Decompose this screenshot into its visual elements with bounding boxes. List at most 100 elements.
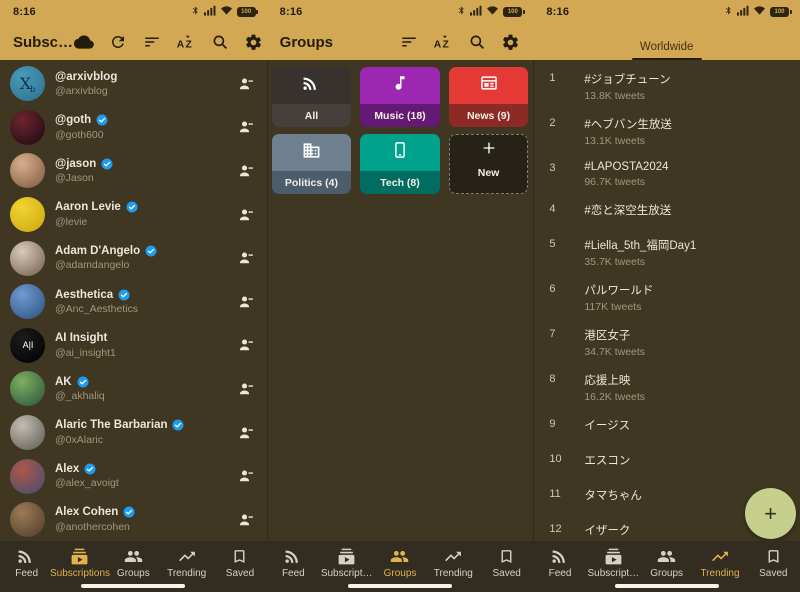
subscription-row[interactable]: AK @_akhaliq: [0, 367, 267, 411]
group-tile[interactable]: Tech (8): [360, 134, 440, 194]
building-icon: [302, 141, 321, 165]
subscription-row[interactable]: @goth @goth600: [0, 106, 267, 150]
bookmark-icon: [231, 546, 248, 566]
subscription-row[interactable]: Alex @alex_avoigt: [0, 454, 267, 498]
battery-icon: 100: [770, 7, 789, 17]
nav-item-groups[interactable]: Groups: [640, 546, 693, 579]
nav-item-saved[interactable]: Saved: [747, 546, 800, 579]
clock: 8:16: [546, 6, 569, 18]
user-handle: @arxivblog: [55, 85, 227, 97]
unsubscribe-button[interactable]: [237, 336, 255, 354]
unsubscribe-button[interactable]: [237, 249, 255, 267]
unsubscribe-button[interactable]: [237, 380, 255, 398]
verified-badge-icon: [96, 114, 108, 126]
groups-icon: [123, 546, 144, 566]
nav-item-subscript[interactable]: Subscript…: [320, 546, 373, 579]
nav-item-trending[interactable]: Trending: [693, 546, 746, 579]
unsubscribe-button[interactable]: [237, 424, 255, 442]
trend-row[interactable]: 10 エスコン: [533, 445, 800, 480]
trend-row[interactable]: 6 パルワールド 117K tweets: [533, 275, 800, 320]
unsubscribe-button[interactable]: [237, 75, 255, 93]
trend-name: #恋と深空生放送: [584, 202, 786, 218]
battery-icon: 100: [237, 7, 256, 17]
nav-item-feed[interactable]: Feed: [533, 546, 586, 579]
subscription-row[interactable]: Adam D'Angelo @adamdangelo: [0, 236, 267, 280]
home-indicator[interactable]: [81, 584, 185, 588]
group-tile[interactable]: Politics (4): [272, 134, 352, 194]
sort-button[interactable]: [141, 31, 162, 53]
avatar: [10, 153, 45, 188]
nav-item-groups[interactable]: Groups: [107, 546, 160, 579]
unsubscribe-button[interactable]: [237, 511, 255, 529]
subscription-row[interactable]: Xb @arxivblog @arxivblog: [0, 62, 267, 106]
avatar: [10, 502, 45, 537]
group-tiles: All Music (18) News (9) Politics (4) Tec…: [267, 60, 534, 201]
group-tile[interactable]: Music (18): [360, 67, 440, 127]
settings-button[interactable]: [243, 31, 264, 53]
unsubscribe-button[interactable]: [237, 162, 255, 180]
wifi-icon: [486, 3, 499, 21]
page-title: Subsc…: [13, 34, 73, 51]
nav-item-saved[interactable]: Saved: [213, 546, 266, 579]
unsubscribe-button[interactable]: [237, 118, 255, 136]
trend-name: #LAPOSTA2024: [584, 161, 786, 173]
sort-alpha-icon: AZ: [176, 33, 195, 52]
search-button[interactable]: [209, 31, 230, 53]
trend-row[interactable]: 5 #Liella_5th_福岡Day1 35.7K tweets: [533, 230, 800, 275]
settings-button[interactable]: [500, 31, 521, 53]
plus-icon: +: [764, 501, 777, 527]
user-name: @goth: [55, 114, 91, 126]
subscription-row[interactable]: A|I AI Insight @ai_insight1: [0, 324, 267, 368]
unsubscribe-button[interactable]: [237, 206, 255, 224]
nav-item-trending[interactable]: Trending: [427, 546, 480, 579]
status-bar: 8:16 100: [0, 0, 267, 24]
home-indicator[interactable]: [615, 584, 719, 588]
search-button[interactable]: [466, 31, 487, 53]
sort-button[interactable]: [398, 31, 419, 53]
user-name: Adam D'Angelo: [55, 245, 140, 257]
trend-row[interactable]: 2 #ヘブバン生放送 13.1K tweets: [533, 109, 800, 154]
group-tile[interactable]: All: [272, 67, 352, 127]
group-tile[interactable]: New: [449, 134, 529, 194]
trend-row[interactable]: 8 応援上映 16.2K tweets: [533, 365, 800, 410]
trend-row[interactable]: 7 港区女子 34.7K tweets: [533, 320, 800, 365]
rss-icon: [284, 546, 303, 566]
group-tile[interactable]: News (9): [449, 67, 529, 127]
refresh-button[interactable]: [107, 31, 128, 53]
trending-list: 1 #ジョブチューン 13.8K tweets 2 #ヘブバン生放送 13.1K…: [533, 60, 800, 541]
home-indicator[interactable]: [348, 584, 452, 588]
user-name: @jason: [55, 158, 96, 170]
unsubscribe-button[interactable]: [237, 293, 255, 311]
sort-alpha-button[interactable]: AZ: [175, 31, 196, 53]
trend-row[interactable]: 4 #恋と深空生放送: [533, 195, 800, 230]
subscription-row[interactable]: @jason @Jason: [0, 149, 267, 193]
nav-item-subscriptions[interactable]: Subscriptions: [53, 546, 106, 579]
trend-count: 117K tweets: [584, 301, 786, 313]
add-fab-button[interactable]: +: [745, 488, 796, 539]
trend-name: 港区女子: [584, 327, 786, 343]
tab-worldwide[interactable]: Worldwide: [632, 41, 702, 61]
subscriptions-panel: 8:16 100 Subsc… AZ Xb: [0, 0, 267, 592]
subscription-row[interactable]: Aaron Levie @levie: [0, 193, 267, 237]
trend-row[interactable]: 3 #LAPOSTA2024 96.7K tweets: [533, 154, 800, 195]
user-name: Alaric The Barbarian: [55, 419, 167, 431]
trend-row[interactable]: 1 #ジョブチューン 13.8K tweets: [533, 64, 800, 109]
subscription-row[interactable]: Alaric The Barbarian @0xAlaric: [0, 411, 267, 455]
trend-rank: 4: [549, 202, 584, 215]
subscription-row[interactable]: Alex Cohen @anothercohen: [0, 498, 267, 541]
trend-row[interactable]: 9 イージス: [533, 410, 800, 445]
user-name: @arxivblog: [55, 71, 117, 83]
nav-item-groups[interactable]: Groups: [373, 546, 426, 579]
user-handle: @anothercohen: [55, 521, 227, 533]
nav-item-subscript[interactable]: Subscript…: [587, 546, 640, 579]
avatar: [10, 284, 45, 319]
trend-name: #Liella_5th_福岡Day1: [584, 237, 786, 253]
unsubscribe-button[interactable]: [237, 467, 255, 485]
sort-alpha-button[interactable]: AZ: [432, 31, 453, 53]
nav-item-feed[interactable]: Feed: [267, 546, 320, 579]
nav-item-saved[interactable]: Saved: [480, 546, 533, 579]
nav-item-feed[interactable]: Feed: [0, 546, 53, 579]
import-cloud-button[interactable]: [73, 31, 94, 53]
subscription-row[interactable]: Aesthetica @Anc_Aesthetics: [0, 280, 267, 324]
nav-item-trending[interactable]: Trending: [160, 546, 213, 579]
